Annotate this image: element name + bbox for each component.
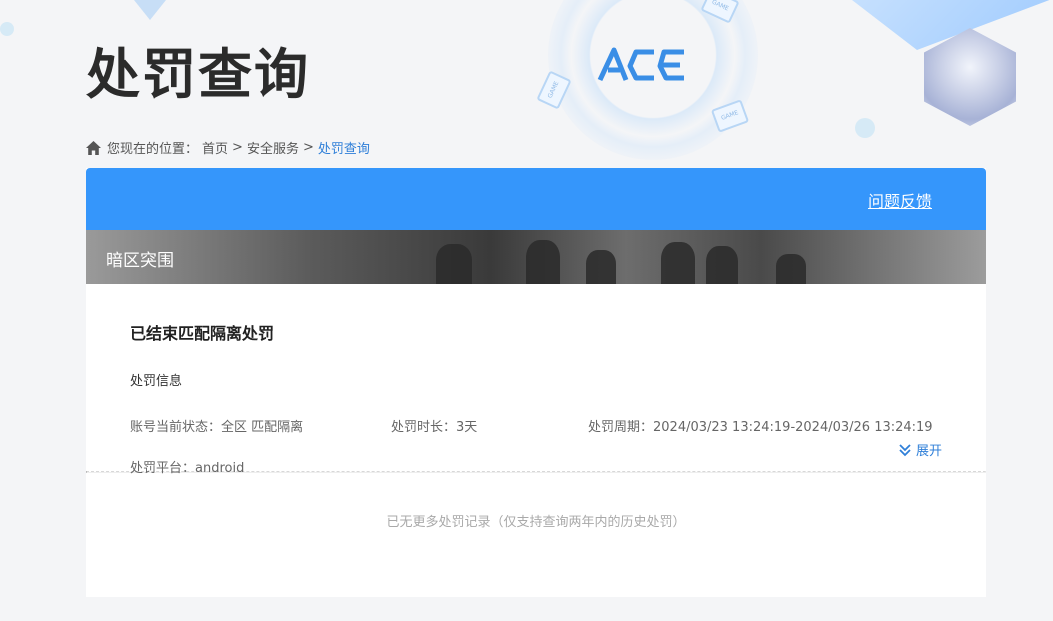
breadcrumb-separator: > — [302, 140, 314, 155]
penalty-panel: 问题反馈 暗区突围 已结束匹配隔离处罚 处罚信息 账号当前状态：全区 匹配隔离 … — [86, 168, 986, 597]
page: GAME GAME GAME 处罚查询 您现在的位置： 首页 > 安全服务 > … — [0, 0, 1053, 621]
ace-logo — [597, 47, 684, 82]
banner-figure — [776, 254, 806, 284]
double-chevron-down-icon — [899, 443, 911, 456]
page-title: 处罚查询 — [86, 43, 310, 106]
record-title: 已结束匹配隔离处罚 — [130, 324, 275, 343]
breadcrumb-home[interactable]: 首页 — [202, 138, 228, 157]
expand-button[interactable]: 展开 — [898, 440, 942, 459]
info-row: 账号当前状态：全区 匹配隔离 处罚时长：3天 处罚周期：2024/03/23 1… — [130, 416, 942, 435]
penalty-platform: 处罚平台：android — [130, 461, 245, 476]
feedback-link[interactable]: 问题反馈 — [868, 188, 932, 212]
no-more-records: 已无更多处罚记录（仅支持查询两年内的历史处罚） — [386, 515, 686, 530]
breadcrumb-prefix: 您现在的位置： — [107, 142, 199, 157]
character-avatar — [924, 28, 1016, 126]
banner-figure — [526, 240, 560, 284]
game-name: 暗区突围 — [106, 251, 174, 271]
home-icon — [86, 140, 101, 155]
background-dot — [855, 118, 875, 138]
background-decoration — [110, 0, 190, 20]
penalty-period: 处罚周期：2024/03/23 13:24:19-2024/03/26 13:2… — [588, 420, 933, 435]
breadcrumb-separator: > — [232, 140, 243, 155]
expand-label: 展开 — [915, 444, 942, 459]
account-status: 账号当前状态：全区 匹配隔离 — [130, 420, 304, 435]
panel-header: 问题反馈 — [86, 168, 986, 230]
breadcrumb-security-service[interactable]: 安全服务 — [247, 138, 299, 157]
banner-figure — [706, 246, 738, 284]
banner-figure — [436, 244, 472, 284]
background-dot — [0, 22, 14, 36]
background-decoration — [800, 0, 1053, 50]
breadcrumb: 您现在的位置： 首页 > 安全服务 > 处罚查询 — [86, 138, 370, 157]
banner-figure — [586, 250, 616, 284]
banner-figure — [661, 242, 695, 284]
game-banner: 暗区突围 — [86, 230, 986, 284]
penalty-duration: 处罚时长：3天 — [391, 420, 478, 435]
section-label: 处罚信息 — [130, 374, 183, 389]
breadcrumb-current: 处罚查询 — [317, 142, 370, 157]
penalty-record: 已结束匹配隔离处罚 处罚信息 账号当前状态：全区 匹配隔离 处罚时长：3天 处罚… — [86, 284, 986, 476]
